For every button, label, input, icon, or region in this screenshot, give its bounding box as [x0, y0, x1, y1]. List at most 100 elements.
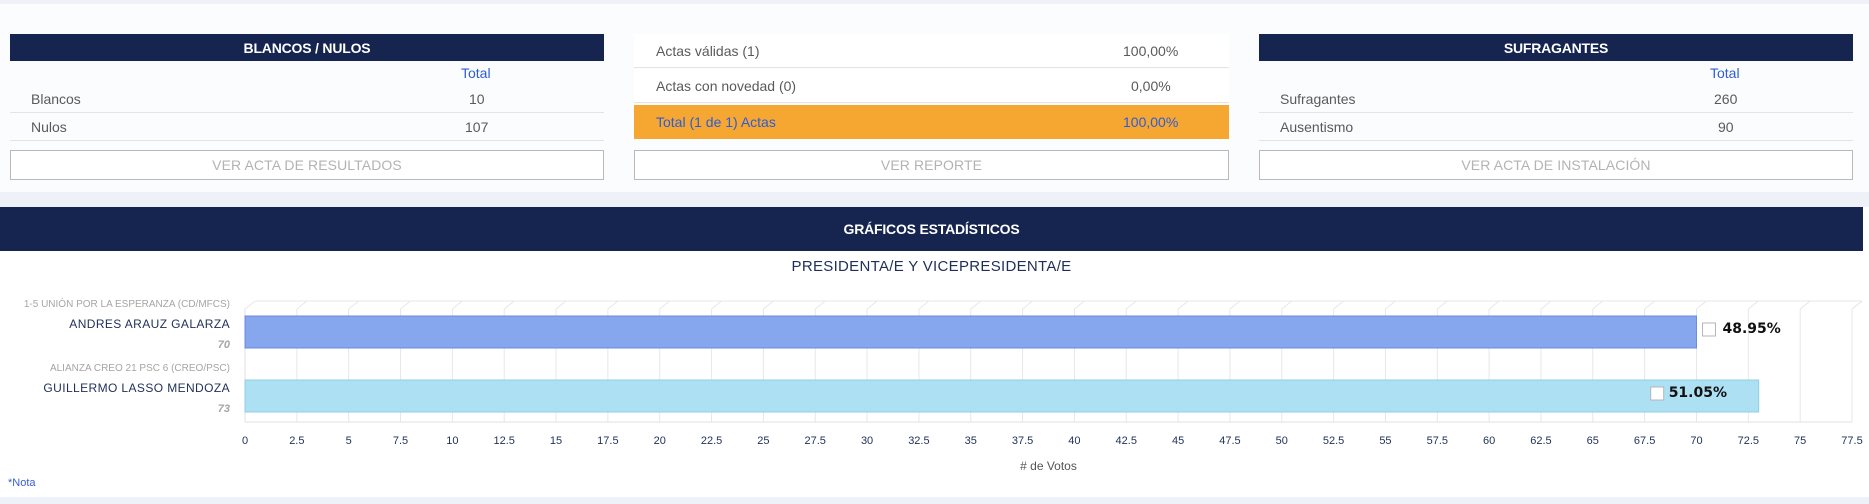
grid-line-top — [503, 300, 515, 310]
x-tick-label: 40 — [1068, 435, 1080, 447]
x-tick-label: 55 — [1379, 435, 1391, 447]
row-value: 107 — [465, 119, 489, 135]
x-tick-label: 12.5 — [493, 435, 514, 447]
votes-label: 73 — [218, 403, 230, 415]
candidate-label: ANDRES ARAUZ GALARZA — [69, 317, 230, 331]
total-label: Total — [1710, 65, 1740, 81]
row-label: Actas válidas (1) — [656, 43, 760, 59]
x-tick-label: 22.5 — [701, 435, 722, 447]
sufragantes-panel: SUFRAGANTES Total Sufragantes 260 Ausent… — [1259, 34, 1853, 141]
grid-line-top — [452, 300, 463, 310]
grid-right-edge — [1851, 300, 1863, 310]
grid-line-top — [1436, 300, 1448, 310]
bar-percent-label: 51.05% — [1669, 385, 1727, 401]
grid-line-top — [866, 300, 878, 310]
row-value: 90 — [1718, 119, 1734, 135]
row-value: 100,00% — [1123, 43, 1179, 59]
row-label: Blancos — [31, 91, 81, 107]
x-tick-label: 70 — [1690, 435, 1702, 447]
actas-novedad-row: Actas con novedad (0) 0,00% — [634, 69, 1229, 103]
grid-line-top — [711, 300, 722, 310]
x-tick-label: 27.5 — [805, 435, 826, 447]
ver-acta-instalacion-button[interactable]: VER ACTA DE INSTALACIÓN — [1259, 150, 1853, 180]
x-tick-label: 17.5 — [597, 435, 618, 447]
grid-line-top — [1748, 300, 1759, 310]
row-value: 10 — [469, 91, 485, 107]
party-label: ALIANZA CREO 21 PSC 6 (CREO/PSC) — [50, 363, 230, 374]
grid-line-top — [1799, 300, 1811, 310]
blancos-nulos-panel: BLANCOS / NULOS Total Blancos 10 Nulos 1… — [10, 34, 604, 141]
grid-line-top — [1022, 300, 1033, 310]
x-tick-label: 25 — [757, 435, 769, 447]
grid-line-top — [400, 300, 411, 310]
actas-total-row: Total (1 de 1) Actas 100,00% — [634, 105, 1229, 139]
sufragantes-row: Sufragantes 260 — [1259, 85, 1853, 113]
party-label: 1-5 UNIÓN POR LA ESPERANZA (CD/MFCS) — [24, 297, 230, 310]
grid-line-top — [1333, 300, 1344, 310]
x-tick-label: 2.5 — [289, 435, 304, 447]
x-tick-label: 20 — [654, 435, 666, 447]
total-header-row: Total — [10, 61, 604, 85]
total-label: Total (1 de 1) Actas — [656, 114, 776, 130]
grid-line-top — [1385, 300, 1396, 310]
grid-line-top — [970, 300, 982, 310]
votes-label: 70 — [218, 339, 231, 351]
sufragantes-header: SUFRAGANTES — [1259, 34, 1853, 61]
x-tick-label: 60 — [1483, 435, 1495, 447]
grid-line-top — [1177, 300, 1189, 310]
row-label: Nulos — [31, 119, 67, 135]
x-tick-label: 50 — [1276, 435, 1288, 447]
grid-line-top — [607, 300, 619, 310]
x-tick-label: 5 — [346, 435, 352, 447]
x-tick-label: 57.5 — [1427, 435, 1448, 447]
blancos-row: Blancos 10 — [10, 85, 604, 113]
bar-percent-label: 48.95% — [1722, 321, 1780, 337]
x-tick-label: 37.5 — [1012, 435, 1033, 447]
grid-line-top — [1644, 300, 1655, 310]
grid-line-top — [296, 300, 308, 310]
ver-acta-resultados-button[interactable]: VER ACTA DE RESULTADOS — [10, 150, 604, 180]
x-tick-label: 52.5 — [1323, 435, 1344, 447]
actas-validas-row: Actas válidas (1) 100,00% — [634, 34, 1229, 68]
grid-line-top — [1125, 300, 1137, 310]
total-value: 100,00% — [1123, 114, 1179, 130]
grid-line-top — [659, 300, 671, 310]
grid-line-top — [1696, 300, 1707, 310]
row-value: 0,00% — [1131, 78, 1171, 94]
nota-link[interactable]: *Nota — [8, 477, 36, 489]
row-label: Sufragantes — [1280, 91, 1356, 107]
x-tick-label: 47.5 — [1219, 435, 1240, 447]
grid-line-top — [918, 300, 930, 310]
x-tick-label: 10 — [446, 435, 458, 447]
image-placeholder-icon — [1650, 386, 1665, 401]
x-tick-label: 77.5 — [1841, 435, 1862, 447]
x-tick-label: 42.5 — [1116, 435, 1137, 447]
x-tick-label: 35 — [965, 435, 977, 447]
grid-line-top — [1281, 300, 1293, 310]
grid-line-top — [763, 300, 774, 310]
total-header-row: Total — [1259, 61, 1853, 85]
x-tick-label: 45 — [1172, 435, 1184, 447]
grid-line-top — [555, 300, 567, 310]
total-label: Total — [461, 65, 491, 81]
nulos-row: Nulos 107 — [10, 113, 604, 141]
x-tick-label: 7.5 — [393, 435, 408, 447]
grid-line-top — [1229, 300, 1241, 310]
grid-line-top — [1488, 300, 1500, 310]
candidate-label: GUILLERMO LASSO MENDOZA — [43, 381, 230, 395]
grid-line-top — [1074, 300, 1085, 310]
x-axis-label: # de Votos — [1020, 459, 1077, 473]
grid-line-top — [348, 300, 359, 310]
row-label: Ausentismo — [1280, 119, 1354, 135]
grid-line-top — [1592, 300, 1604, 310]
x-tick-label: 62.5 — [1530, 435, 1551, 447]
ver-reporte-button[interactable]: VER REPORTE — [634, 150, 1229, 180]
x-tick-label: 67.5 — [1634, 435, 1655, 447]
votes-bar-chart: 0 2.5 5 7.5 10 12.5 15 17.5 20 22.5 25 27.5 30 32.5 35… — [24, 297, 1863, 473]
row-value: 260 — [1714, 91, 1738, 107]
x-tick-label: 15 — [550, 435, 562, 447]
grid-line-top — [244, 300, 256, 310]
ausentismo-row: Ausentismo 90 — [1259, 113, 1853, 141]
x-tick-label: 75 — [1794, 435, 1806, 447]
grid-line-top — [1540, 300, 1552, 310]
